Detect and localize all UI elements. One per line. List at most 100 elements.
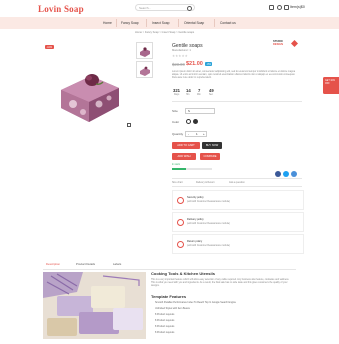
discount-badge: -8%: [205, 62, 213, 67]
feature-item: 8 Product Layouts: [155, 331, 175, 334]
divider: [172, 101, 302, 102]
old-price: $23.00: [172, 62, 185, 67]
countdown-hours: 14: [186, 88, 191, 93]
add-to-wishlist-button[interactable]: ADD WISH: [172, 153, 196, 160]
breadcrumb[interactable]: Home > Fancy Soap > Insect Soap > Gentil…: [135, 31, 194, 34]
thumbnail-image: [140, 47, 150, 57]
countdown-seconds: 49: [209, 88, 214, 93]
feature-item: 8 Product Layouts: [155, 313, 175, 316]
feature-item: 8 Product Layouts: [155, 319, 175, 322]
product-description: Lorem ipsum dolor sit amet, consectetur …: [172, 70, 296, 80]
return-policy-card: Return policy (edit with Customer Reassu…: [172, 234, 304, 254]
lavender-soap-image: [43, 272, 146, 339]
zoom-icon[interactable]: [127, 123, 131, 127]
minus-icon[interactable]: -: [188, 132, 189, 138]
quantity-stepper[interactable]: - 1 +: [185, 131, 207, 137]
size-chart-link[interactable]: Size chart: [172, 181, 183, 184]
rating-stars[interactable]: ★★★★★: [172, 54, 188, 58]
thumbnail-image: [140, 66, 150, 76]
divider: [172, 178, 302, 179]
search-placeholder: Search...: [139, 6, 152, 10]
countdown-minutes-label: Min: [197, 94, 201, 96]
add-to-cart-button[interactable]: ADD TO CART: [172, 142, 200, 149]
policy-title: Security policy: [187, 196, 204, 199]
countdown-minutes: 7: [198, 88, 201, 93]
cart-summary[interactable]: Item(s)$0: [290, 5, 305, 9]
site-logo[interactable]: Lovin Soap: [38, 4, 84, 14]
size-select[interactable]: S: [185, 108, 215, 114]
main-nav: Home Fancy Soap Insect Soap Oriental Soa…: [0, 17, 339, 29]
nav-divider: [146, 19, 147, 27]
countdown-seconds-label: Sec: [209, 94, 213, 96]
nav-item-fancy-soap[interactable]: Fancy Soap: [121, 21, 139, 25]
countdown-days: 321: [173, 88, 180, 93]
current-price: $21.00: [186, 61, 203, 67]
share-icon[interactable]: [291, 171, 297, 177]
nav-divider: [214, 19, 215, 27]
countdown-hours-label: Hrs: [186, 94, 190, 96]
product-main-image[interactable]: [43, 42, 133, 132]
return-icon: [177, 241, 184, 248]
sale-tag: -10%: [45, 45, 54, 49]
product-thumbnail[interactable]: [136, 42, 153, 59]
search-input[interactable]: Search...: [135, 4, 195, 11]
product-manufacturer: Manufacturer: 1: [172, 49, 191, 52]
policy-text: (edit with Customer Reassurance module): [187, 201, 230, 203]
search-icon[interactable]: [187, 6, 192, 11]
compare-button[interactable]: COMPARE: [200, 153, 220, 160]
twitter-icon[interactable]: [283, 171, 289, 177]
buy-now-button[interactable]: BUY NOW: [202, 142, 222, 149]
stock-progress-fill: [172, 168, 186, 170]
color-swatch-white[interactable]: [186, 119, 191, 124]
feature-item: Smooth Parallax Performance Index To Rea…: [155, 301, 236, 304]
promo-side-tab-label: GET 10% OFF: [325, 80, 335, 85]
soap-image: [61, 74, 119, 122]
stock-progress-bar: [172, 168, 212, 170]
tab-product-details[interactable]: Product Details: [76, 262, 95, 266]
soap-photo: [43, 272, 146, 339]
quantity-value: 1: [196, 132, 198, 136]
product-thumbnail[interactable]: [136, 61, 153, 78]
ask-question-link[interactable]: Ask a question: [229, 181, 245, 184]
nav-item-home[interactable]: Home: [103, 21, 112, 25]
product-tabs: Description Product Details Labels: [43, 259, 296, 270]
nav-divider: [178, 19, 179, 27]
stock-status: In stock: [172, 164, 180, 166]
section-text: This is a very important feature which w…: [151, 279, 290, 288]
color-swatch-black[interactable]: [193, 119, 198, 124]
size-label: Size: [172, 109, 178, 113]
nav-item-contact[interactable]: Contact us: [220, 21, 236, 25]
delivery-return-link[interactable]: Delivery & Return: [196, 181, 215, 184]
tab-description[interactable]: Description: [46, 262, 60, 266]
user-icon[interactable]: [269, 5, 274, 10]
divider: [172, 186, 302, 187]
policy-title: Return policy: [187, 240, 203, 243]
brand-logo-line2: DESIGN: [273, 43, 283, 46]
policy-text: (edit with Customer Reassurance module): [187, 245, 230, 247]
brand-logo-icon: [291, 40, 298, 47]
nav-item-oriental-soap[interactable]: Oriental Soap: [184, 21, 204, 25]
feature-item: Unlimited Styles with Item Beans: [155, 307, 190, 310]
size-value: S: [188, 109, 190, 113]
policy-title: Delivery policy: [187, 218, 204, 221]
countdown-days-label: Days: [174, 94, 180, 96]
security-policy-card: Security policy (edit with Customer Reas…: [172, 190, 304, 210]
heart-icon[interactable]: [277, 5, 282, 10]
promo-side-tab[interactable]: GET 10% OFF: [323, 77, 339, 94]
delivery-policy-card: Delivery policy (edit with Customer Reas…: [172, 212, 304, 232]
quantity-label: Quantity: [172, 132, 184, 136]
facebook-icon[interactable]: [275, 171, 281, 177]
color-label: Color: [172, 120, 180, 124]
tab-labels[interactable]: Labels: [113, 262, 121, 266]
nav-divider: [116, 19, 117, 27]
shield-icon: [177, 197, 184, 204]
plus-icon[interactable]: +: [203, 132, 205, 138]
feature-item: 8 Product Layouts: [155, 325, 175, 328]
site-header: Lovin Soap Search... Item(s)$0: [0, 0, 339, 17]
policy-text: (edit with Customer Reassurance module): [187, 223, 230, 225]
cart-icon[interactable]: [284, 5, 289, 10]
features-title: Template Features: [151, 294, 187, 299]
nav-item-insect-soap[interactable]: Insect Soap: [152, 21, 169, 25]
section-title: Cooking Tools & Kitchen Utensils: [151, 271, 215, 276]
truck-icon: [177, 219, 184, 226]
